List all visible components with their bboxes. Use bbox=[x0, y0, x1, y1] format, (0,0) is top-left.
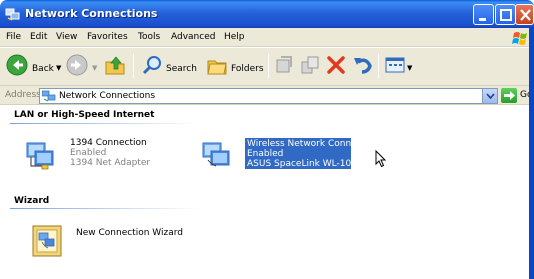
title-bar[interactable]: Network Connections bbox=[0, 0, 534, 28]
connection-name: Wireless Network Connection bbox=[247, 139, 379, 149]
menu-view[interactable]: View bbox=[56, 32, 77, 42]
mouse-cursor-icon bbox=[375, 150, 387, 168]
connection-device: 1394 Net Adapter bbox=[70, 158, 151, 168]
delete-x-icon bbox=[327, 56, 345, 74]
menu-tools[interactable]: Tools bbox=[138, 32, 160, 42]
minimize-button[interactable] bbox=[473, 4, 494, 25]
connection-status: Enabled bbox=[247, 149, 284, 159]
address-dropdown-button[interactable] bbox=[482, 89, 497, 103]
back-dropdown-icon[interactable]: ▼ bbox=[56, 64, 61, 72]
toolbar-separator bbox=[268, 54, 269, 78]
network-connections-window: Network Connections File Edit View Favor… bbox=[0, 0, 534, 279]
menu-advanced[interactable]: Advanced bbox=[171, 32, 215, 42]
forward-button[interactable]: ▼ bbox=[66, 52, 100, 80]
search-label: Search bbox=[166, 64, 197, 74]
minimize-icon bbox=[479, 18, 486, 21]
back-arrow-icon bbox=[6, 54, 28, 76]
connection-text-selected: Wireless Network Connection Enabled ASUS… bbox=[247, 139, 389, 169]
lan-connection-icon bbox=[26, 142, 54, 170]
menu-favorites[interactable]: Favorites bbox=[87, 32, 128, 42]
network-connections-small-icon bbox=[42, 90, 56, 102]
forward-dropdown-icon[interactable]: ▼ bbox=[92, 64, 97, 72]
maximize-icon bbox=[500, 9, 512, 21]
chevron-down-icon bbox=[486, 93, 495, 100]
folders-button[interactable]: Folders bbox=[204, 52, 266, 80]
go-arrow-icon bbox=[504, 91, 515, 100]
copy-to-icon bbox=[301, 56, 319, 74]
folders-icon bbox=[207, 60, 227, 75]
wizard-label: New Connection Wizard bbox=[76, 228, 183, 238]
address-bar: Address Network Connections Go bbox=[0, 86, 534, 105]
address-field[interactable]: Network Connections bbox=[39, 88, 498, 104]
copy-to-button[interactable] bbox=[299, 52, 321, 80]
windows-flag-icon bbox=[511, 29, 531, 46]
window-right-frame bbox=[529, 28, 534, 279]
group-divider bbox=[10, 208, 200, 209]
group-divider bbox=[10, 123, 200, 124]
menu-bar: File Edit View Favorites Tools Advanced … bbox=[0, 28, 534, 47]
folders-label: Folders bbox=[231, 64, 264, 74]
search-button[interactable]: Search bbox=[139, 52, 201, 80]
go-button[interactable] bbox=[501, 88, 517, 103]
views-button[interactable]: ▼ bbox=[384, 52, 414, 80]
toolbar-separator bbox=[133, 54, 134, 78]
up-folder-icon bbox=[105, 56, 125, 75]
address-label: Address bbox=[5, 90, 41, 100]
move-to-button[interactable] bbox=[273, 52, 295, 80]
wireless-connection-icon bbox=[202, 142, 230, 167]
group-header-lan: LAN or High-Speed Internet bbox=[14, 110, 155, 120]
address-value: Network Connections bbox=[59, 91, 156, 101]
menu-file[interactable]: File bbox=[6, 32, 21, 42]
back-label: Back bbox=[32, 64, 54, 74]
toolbar: Back ▼ ▼ Search Folders ▼ bbox=[0, 48, 534, 86]
menu-help[interactable]: Help bbox=[224, 32, 245, 42]
content-area: LAN or High-Speed Internet 1394 Connecti… bbox=[0, 106, 534, 279]
connection-device: ASUS SpaceLink WL-100 WLA... bbox=[247, 159, 389, 169]
forward-arrow-icon bbox=[66, 54, 88, 76]
network-connections-icon bbox=[5, 8, 20, 21]
search-magnifier-icon bbox=[142, 56, 161, 75]
delete-button[interactable] bbox=[325, 52, 347, 80]
connection-status: Enabled bbox=[70, 148, 107, 158]
close-button[interactable] bbox=[515, 4, 534, 25]
undo-button[interactable] bbox=[352, 52, 374, 80]
new-connection-wizard-item[interactable]: New Connection Wizard bbox=[30, 224, 190, 264]
connection-item-1394[interactable]: 1394 Connection Enabled 1394 Net Adapter bbox=[24, 138, 184, 178]
views-icon bbox=[385, 57, 405, 73]
undo-arrow-icon bbox=[354, 58, 372, 74]
connection-name: 1394 Connection bbox=[70, 138, 147, 148]
up-folder-button[interactable] bbox=[104, 52, 128, 80]
group-header-wizard: Wizard bbox=[14, 196, 50, 206]
connection-text: 1394 Connection Enabled 1394 Net Adapter bbox=[70, 138, 150, 168]
window-title: Network Connections bbox=[25, 7, 158, 20]
maximize-button[interactable] bbox=[495, 4, 516, 25]
connection-wizard-icon bbox=[32, 225, 62, 257]
menu-edit[interactable]: Edit bbox=[30, 32, 47, 42]
views-dropdown-icon[interactable]: ▼ bbox=[407, 64, 412, 72]
close-icon bbox=[520, 9, 531, 21]
move-to-icon bbox=[276, 56, 292, 73]
back-button[interactable]: Back ▼ bbox=[4, 52, 64, 80]
toolbar-separator bbox=[378, 54, 379, 78]
